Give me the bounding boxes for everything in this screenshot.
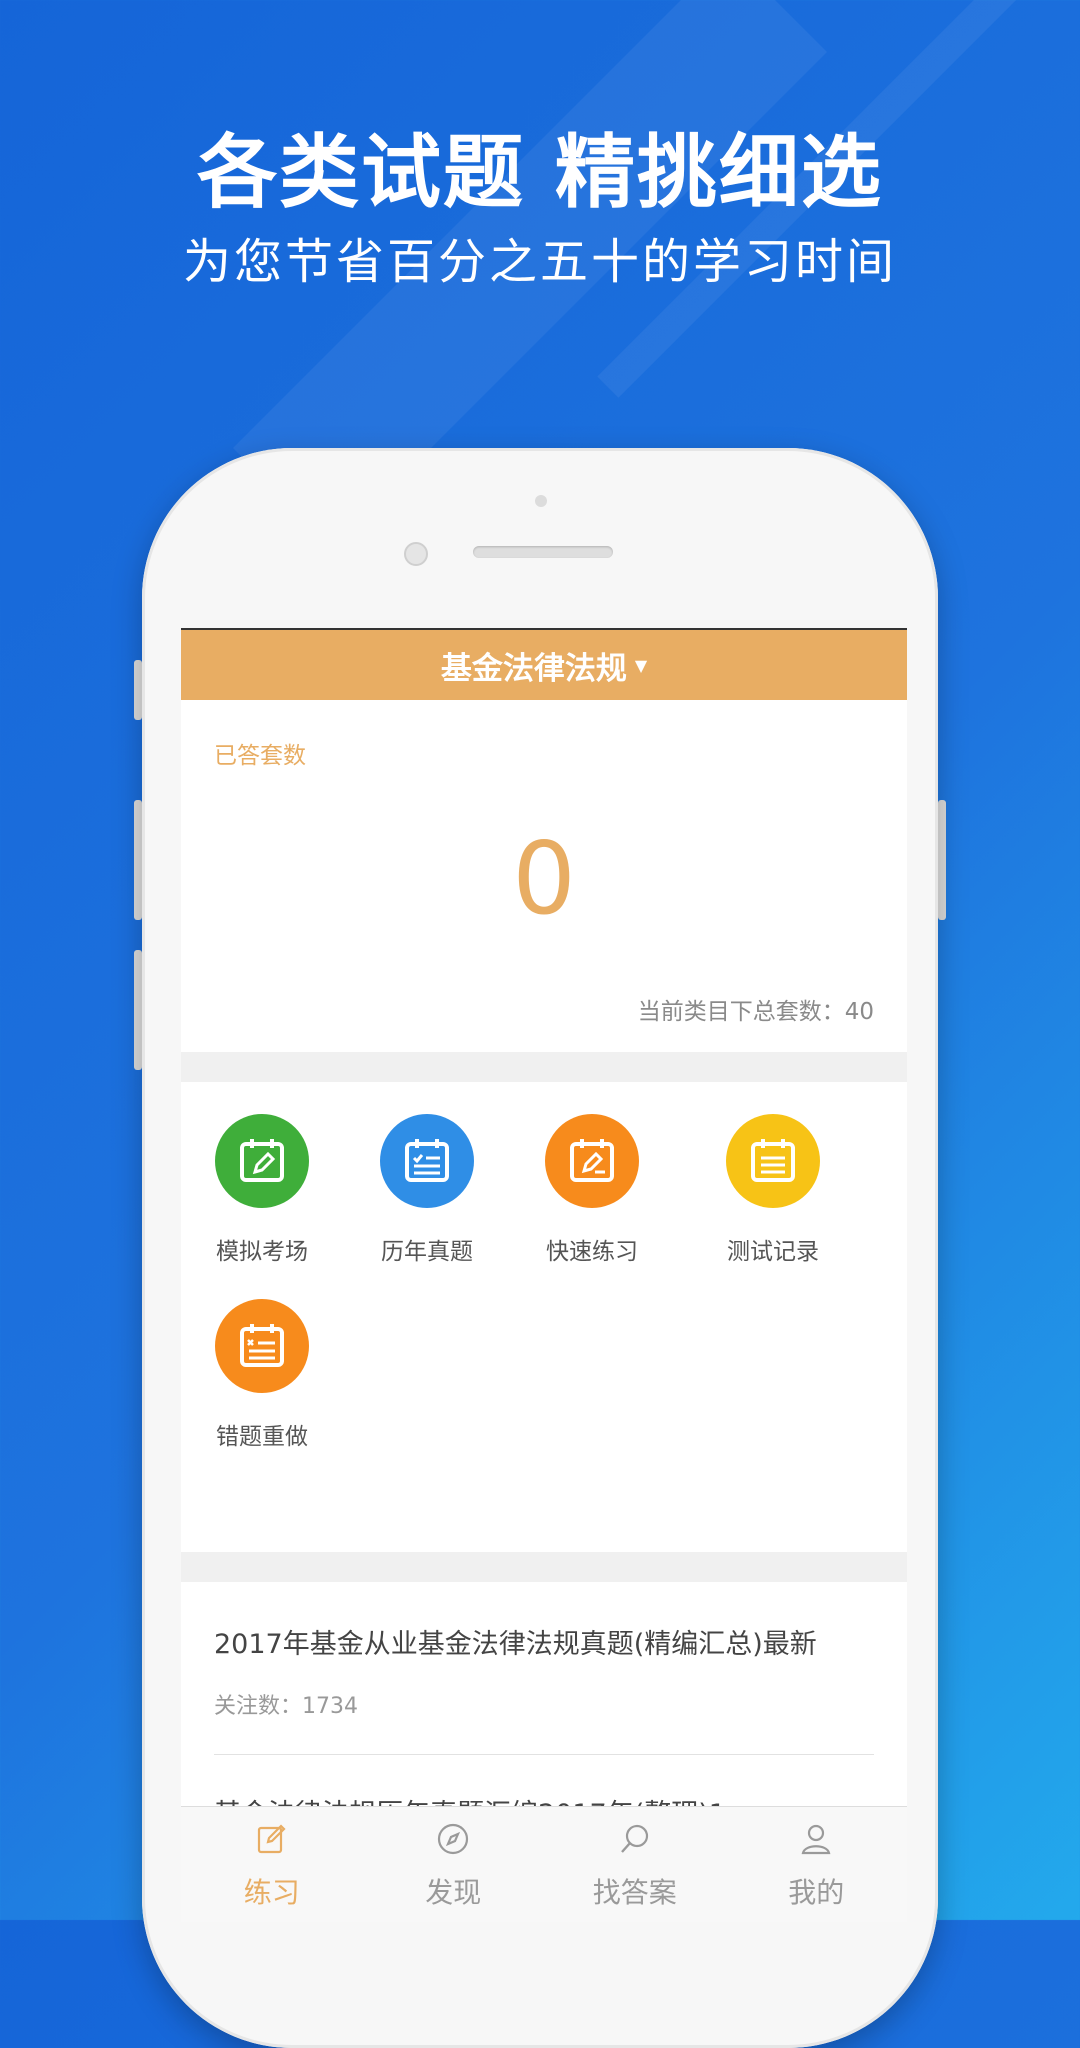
subject-title: 基金法律法规 xyxy=(440,650,627,687)
tab-label: 找答案 xyxy=(592,1876,677,1909)
tab-mine[interactable]: 我的 xyxy=(726,1807,908,1922)
divider xyxy=(214,1754,874,1755)
calendar-cross-list-icon xyxy=(215,1299,309,1393)
list-item-title: 2017年基金从业基金法律法规真题(精编汇总)最新 xyxy=(214,1629,817,1660)
tab-practice[interactable]: 练习 xyxy=(181,1807,363,1922)
phone-sensor xyxy=(535,495,547,507)
answered-count: 0 xyxy=(512,820,576,937)
feature-label: 快速练习 xyxy=(546,1239,638,1265)
tab-label: 我的 xyxy=(788,1876,845,1909)
phone-side-button xyxy=(134,660,142,720)
tab-label: 练习 xyxy=(243,1876,300,1909)
caret-down-icon: ▼ xyxy=(634,655,648,675)
list-item-followers: 关注数：1734 xyxy=(214,1694,358,1719)
feature-mock-exam[interactable]: 模拟考场 xyxy=(187,1114,337,1266)
tab-label: 发现 xyxy=(425,1876,482,1909)
feature-quick-practice[interactable]: 快速练习 xyxy=(517,1114,667,1266)
edit-icon xyxy=(257,1824,286,1854)
calendar-list-icon xyxy=(726,1114,820,1208)
phone-volume-up-button xyxy=(134,800,142,920)
feature-label: 测试记录 xyxy=(727,1239,819,1265)
bottom-tab-bar: 练习 发现 找答案 我的 xyxy=(181,1806,907,1922)
answered-stats-card: 已答套数 0 当前类目下总套数：40 xyxy=(181,700,907,1052)
compass-icon xyxy=(438,1823,469,1855)
calendar-list-check-icon xyxy=(380,1114,474,1208)
tab-find-answers[interactable]: 找答案 xyxy=(544,1807,726,1922)
calendar-edit-icon xyxy=(545,1114,639,1208)
total-sets-text: 当前类目下总套数：40 xyxy=(637,999,874,1025)
phone-speaker xyxy=(473,546,613,558)
phone-power-button xyxy=(938,800,946,920)
subject-selector[interactable]: 基金法律法规 ▼ xyxy=(181,630,907,700)
feature-label: 错题重做 xyxy=(216,1424,308,1450)
feature-past-papers[interactable]: 历年真题 xyxy=(352,1114,502,1266)
tab-discover[interactable]: 发现 xyxy=(363,1807,545,1922)
app-screen: 基金法律法规 ▼ 已答套数 0 当前类目下总套数：40 模拟考场 历年真题 快速… xyxy=(181,628,907,1922)
feature-grid: 模拟考场 历年真题 快速练习 测试记录 错题重做 xyxy=(181,1082,907,1552)
phone-camera xyxy=(404,542,428,566)
user-icon xyxy=(801,1824,831,1855)
feature-redo-mistakes[interactable]: 错题重做 xyxy=(187,1299,337,1451)
promo-headline: 各类试题 精挑细选 xyxy=(197,126,883,219)
feature-label: 历年真题 xyxy=(381,1239,473,1265)
answered-label: 已答套数 xyxy=(214,743,306,769)
calendar-pen-icon xyxy=(215,1114,309,1208)
feature-label: 模拟考场 xyxy=(216,1239,308,1265)
search-icon xyxy=(620,1824,648,1853)
promo-subline: 为您节省百分之五十的学习时间 xyxy=(182,234,897,290)
feature-test-records[interactable]: 测试记录 xyxy=(698,1114,848,1266)
phone-volume-down-button xyxy=(134,950,142,1070)
